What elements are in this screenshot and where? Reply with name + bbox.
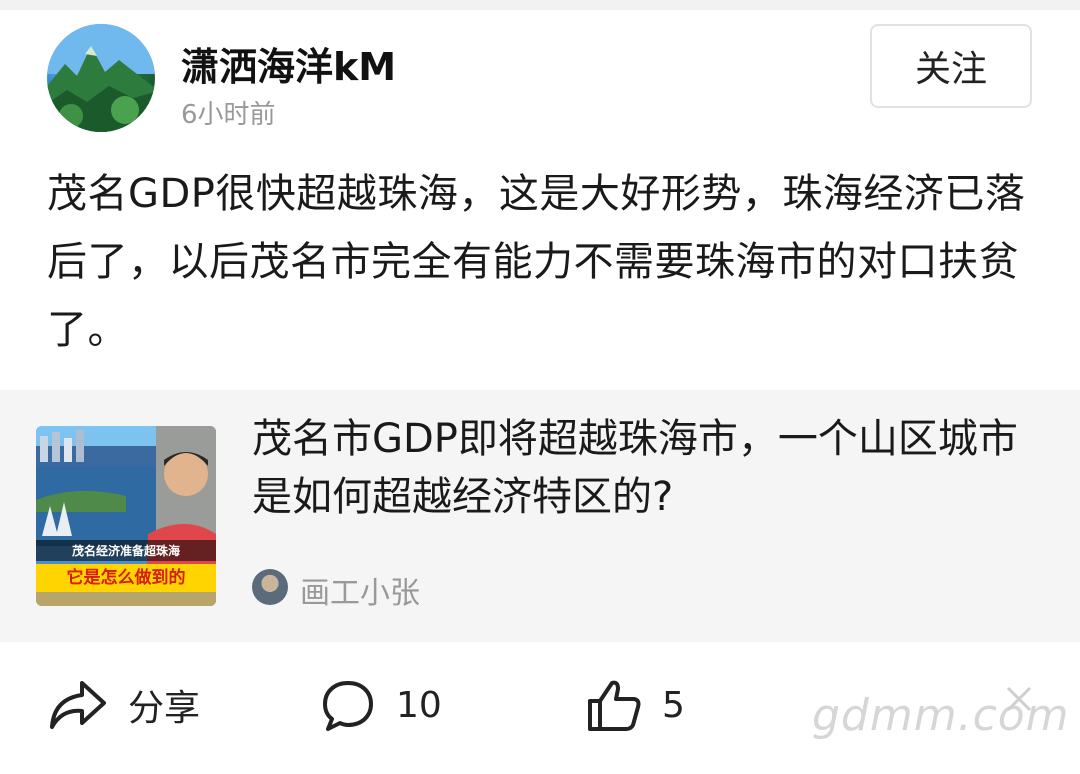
like-count: 5 bbox=[662, 684, 685, 726]
comment-count: 10 bbox=[396, 684, 442, 726]
shared-article-title[interactable]: 茂名市GDP即将超越珠海市，一个山区城市是如何超越经济特区的? bbox=[252, 410, 1042, 526]
article-thumbnail: 茂名经济准备超珠海 它是怎么做到的 bbox=[36, 426, 216, 606]
top-divider bbox=[0, 0, 1080, 10]
share-button[interactable]: 分享 bbox=[48, 672, 200, 738]
shared-author-avatar bbox=[252, 569, 288, 605]
thumbnail-caption-top: 茂名经济准备超珠海 bbox=[36, 540, 216, 561]
shared-author-name[interactable]: 画工小张 bbox=[300, 568, 420, 612]
comment-bubble-icon bbox=[323, 681, 373, 731]
shared-article-card[interactable]: 茂名经济准备超珠海 它是怎么做到的 茂名市GDP即将超越珠海市，一个山区城市是如… bbox=[0, 390, 1080, 642]
follow-button[interactable]: 关注 bbox=[870, 24, 1032, 108]
post-time: 6小时前 bbox=[181, 100, 276, 130]
share-arrow-icon bbox=[50, 681, 106, 729]
avatar-landscape-image bbox=[47, 24, 155, 132]
author-name[interactable]: 潇洒海洋kM bbox=[181, 36, 396, 91]
author-avatar[interactable] bbox=[47, 24, 155, 132]
post-body-text: 茂名GDP很快超越珠海，这是大好形势，珠海经济已落后了，以后茂名市完全有能力不需… bbox=[47, 171, 1026, 353]
post-page: 潇洒海洋kM 6小时前 关注 茂名GDP很快超越珠海，这是大好形势，珠海经济已落… bbox=[0, 0, 1080, 774]
thumbs-up-icon bbox=[588, 680, 641, 731]
thumbnail-caption-bottom: 它是怎么做到的 bbox=[36, 564, 216, 592]
share-label: 分享 bbox=[128, 688, 201, 729]
like-button[interactable]: 5 bbox=[586, 672, 685, 738]
comment-button[interactable]: 10 bbox=[320, 672, 442, 738]
close-icon[interactable] bbox=[1004, 684, 1034, 714]
